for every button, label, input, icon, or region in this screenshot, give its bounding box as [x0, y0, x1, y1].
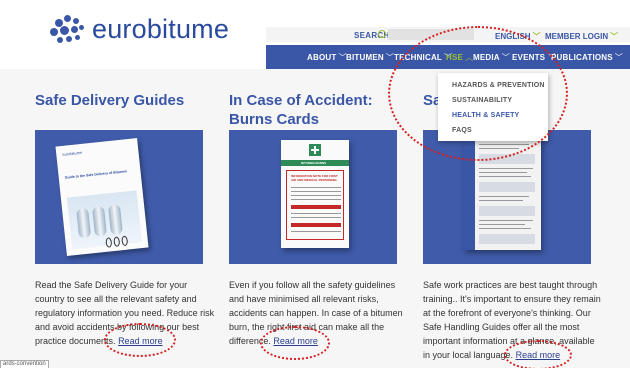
first-aid-cross-icon	[309, 144, 321, 156]
nav-bitumen[interactable]: BITUMEN ﹀	[346, 52, 394, 63]
eurobitume-logo[interactable]: eurobitume	[50, 14, 229, 45]
member-login-link[interactable]: MEMBER LOGIN ﹀	[545, 31, 618, 42]
chevron-down-icon: ﹀	[610, 32, 619, 41]
nav-about[interactable]: ABOUT ﹀	[307, 52, 347, 63]
safe-delivery-title[interactable]: Safe Delivery Guides	[35, 91, 184, 110]
annotation-circle-read-more	[504, 340, 572, 368]
status-url-tag: ards-convention	[0, 360, 49, 368]
burns-cards-image[interactable]: BITUMEN BURNS INFORMATION NOTE FOR FIRST…	[229, 130, 397, 264]
safe-delivery-image[interactable]: eurobitume Guide to the Safe Delivery of…	[35, 130, 203, 264]
safe-delivery-guide-cover: eurobitume Guide to the Safe Delivery of…	[55, 138, 149, 256]
burns-cards-title[interactable]: In Case of Accident: Burns Cards	[229, 91, 373, 129]
annotation-circle-menu	[388, 26, 568, 161]
logo-text: eurobitume	[92, 14, 230, 44]
annotation-circle-read-more	[260, 326, 330, 360]
burns-card-cover: BITUMEN BURNS INFORMATION NOTE FOR FIRST…	[281, 140, 349, 248]
nav-publications[interactable]: PUBLICATIONS ﹀	[551, 52, 623, 63]
annotation-circle-read-more	[104, 323, 176, 357]
search-icon[interactable]	[378, 30, 386, 38]
logo-mark-icon	[50, 14, 86, 45]
